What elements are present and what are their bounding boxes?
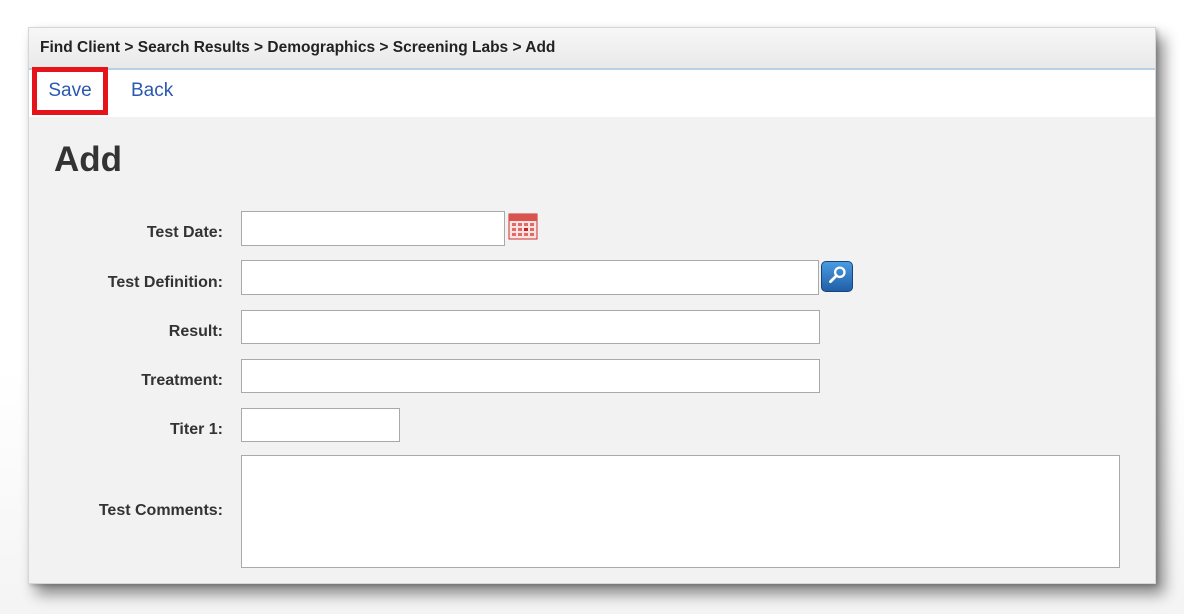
breadcrumb: Find Client > Search Results > Demograph… [40, 39, 556, 56]
save-highlight-box: Save [32, 67, 108, 115]
test-date-label: Test Date: [146, 224, 223, 241]
action-toolbar: Save Back [29, 67, 1155, 117]
calendar-icon[interactable] [507, 211, 539, 241]
page-title: Add [54, 140, 123, 179]
breadcrumb-bar: Find Client > Search Results > Demograph… [29, 28, 1155, 70]
lookup-search-icon[interactable] [821, 261, 853, 292]
treatment-label: Treatment: [141, 372, 223, 389]
result-label: Result: [168, 323, 223, 340]
test-comments-textarea[interactable] [241, 455, 1120, 568]
app-window: Find Client > Search Results > Demograph… [28, 27, 1156, 584]
titer-1-label: Titer 1: [169, 421, 223, 438]
test-definition-input[interactable] [241, 260, 819, 295]
test-definition-label: Test Definition: [107, 274, 223, 291]
treatment-input[interactable] [241, 359, 820, 393]
back-button[interactable]: Back [131, 80, 173, 102]
titer-1-input[interactable] [241, 408, 400, 442]
save-button[interactable]: Save [48, 80, 91, 102]
test-date-input[interactable] [241, 211, 505, 246]
test-comments-label: Test Comments: [98, 502, 223, 519]
result-input[interactable] [241, 310, 820, 344]
